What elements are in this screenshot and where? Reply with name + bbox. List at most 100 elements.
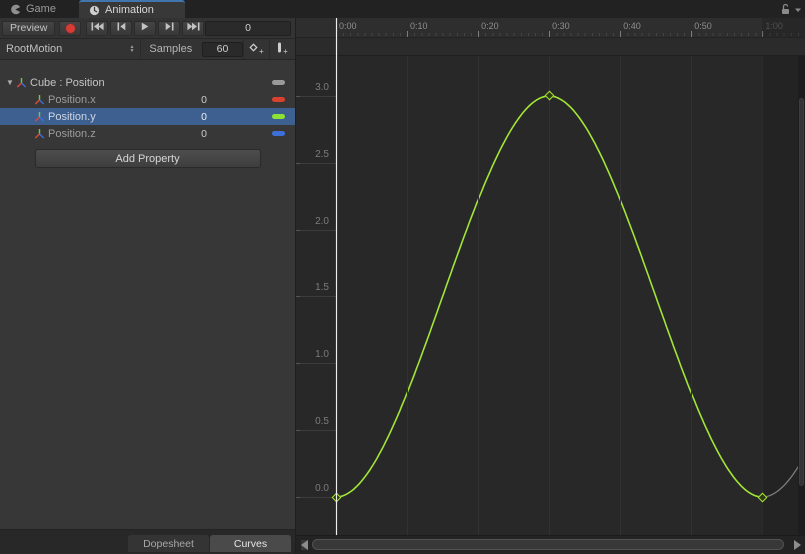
time-label: 0:40 [623,21,641,31]
horizontal-scrollbar-thumb[interactable] [312,539,784,550]
scroll-left-icon[interactable] [301,540,308,550]
out-of-range-shade [762,56,805,535]
gridline-horizontal [296,430,336,432]
group-curve-pill [272,80,285,85]
value-tick [296,497,300,498]
major-tick [478,31,480,37]
timeline-ruler[interactable]: 0:00 0:10 0:20 0:30 0:40 0:50 1:00 [296,18,805,38]
window-menu-caret-icon[interactable] [794,5,802,17]
tab-animation[interactable]: Animation [79,0,185,18]
window-tab-bar: Game Animation [0,0,805,19]
property-value[interactable]: 0 [201,111,207,123]
go-to-end-button[interactable] [182,20,205,36]
gridline-horizontal [296,229,336,231]
tab-dopesheet[interactable]: Dopesheet [128,535,209,552]
value-tick [296,95,300,97]
value-tick [296,229,300,231]
skip-start-icon [91,22,104,34]
property-group-label: Cube : Position [30,76,105,89]
property-name: Position.x [48,93,96,106]
clip-popup-value: RootMotion [6,43,63,55]
tab-animation-label: Animation [105,4,154,16]
tab-game[interactable]: Game [0,0,66,18]
game-view-icon [10,4,21,15]
value-tick [296,430,300,432]
property-row-position-z[interactable]: Position.z 0 [0,125,295,142]
add-property-button[interactable]: Add Property [34,149,261,168]
gridline-vertical [620,56,622,535]
transform-icon [34,128,45,139]
time-label: 0:30 [552,21,570,31]
previous-frame-button[interactable] [110,20,133,36]
out-of-range-shade [762,18,805,37]
transform-icon [16,77,27,88]
value-tick [296,296,300,298]
samples-field[interactable]: 60 [202,41,243,57]
gridline-vertical [691,56,693,535]
curve-editor-panel: 0:00 0:10 0:20 0:30 0:40 0:50 1:00 3.0 2.5 2.0 1.… [296,18,805,554]
playhead[interactable] [336,18,337,535]
time-label: 0:00 [339,21,357,31]
property-value[interactable]: 0 [201,128,207,140]
add-keyframe-icon [249,43,258,55]
tab-game-label: Game [26,3,56,15]
foldout-arrow-icon[interactable]: ▼ [4,78,16,87]
property-group-row[interactable]: ▼ Cube : Position [0,74,295,91]
transport-toolbar: Preview 0 [0,18,295,39]
lock-icon[interactable] [780,3,791,18]
curve-color-pill [272,97,285,102]
clip-toolbar: RootMotion ▲ ▼ Samples 60 + + [0,39,295,60]
gridline-horizontal [296,162,336,164]
event-strip[interactable] [296,38,805,56]
transform-icon [34,94,45,105]
value-label: 1.0 [315,349,329,361]
value-label: 0.5 [315,416,329,428]
time-label: 0:50 [694,21,712,31]
play-button[interactable] [134,20,157,36]
clip-popup[interactable]: RootMotion ▲ ▼ [0,39,142,59]
preview-button[interactable]: Preview [2,20,56,36]
scroll-right-icon[interactable] [794,540,801,550]
curve-color-pill [272,114,285,119]
major-tick [549,31,551,37]
next-frame-icon [165,22,174,34]
time-label: 0:10 [410,21,428,31]
value-label: 2.5 [315,148,329,160]
gridline-vertical [549,56,551,535]
value-label: 0.0 [315,483,329,494]
property-row-position-x[interactable]: Position.x 0 [0,91,295,108]
time-label: 0:20 [481,21,499,31]
add-keyframe-button[interactable]: + [242,39,269,59]
tab-curves[interactable]: Curves [210,535,291,552]
curve-color-pill [272,131,285,136]
gridline-horizontal [296,296,336,298]
unity-animation-window: Game Animation Preview 0 RootMotion ▲ ▼ … [0,0,805,554]
horizontal-scrollbar[interactable] [296,535,805,554]
record-icon [65,23,75,33]
value-tick [296,162,300,164]
record-button[interactable] [59,20,82,36]
play-icon [141,22,149,34]
go-to-start-button[interactable] [86,20,109,36]
major-tick [620,31,622,37]
prev-frame-icon [117,22,126,34]
add-event-button[interactable]: + [268,39,295,59]
clock-icon [89,5,100,16]
next-frame-button[interactable] [158,20,181,36]
property-name: Position.z [48,127,96,140]
add-event-icon [277,42,282,56]
property-list: ▼ Cube : Position Position.x 0 Position.… [0,60,295,529]
transform-icon [34,111,45,122]
current-frame-field[interactable]: 0 [205,20,291,36]
gridline-vertical [407,56,409,535]
gridline-horizontal [296,497,336,498]
major-tick [407,31,409,37]
samples-label: Samples [149,43,193,55]
value-tick [296,363,300,365]
value-label: 3.0 [315,81,329,93]
property-value[interactable]: 0 [201,94,207,106]
mode-tab-strip: Dopesheet Curves [0,529,295,554]
curve-area[interactable]: 3.0 2.5 2.0 1.5 1.0 0.5 0.0 [296,56,805,535]
major-tick [691,31,693,37]
property-row-position-y[interactable]: Position.y 0 [0,108,295,125]
